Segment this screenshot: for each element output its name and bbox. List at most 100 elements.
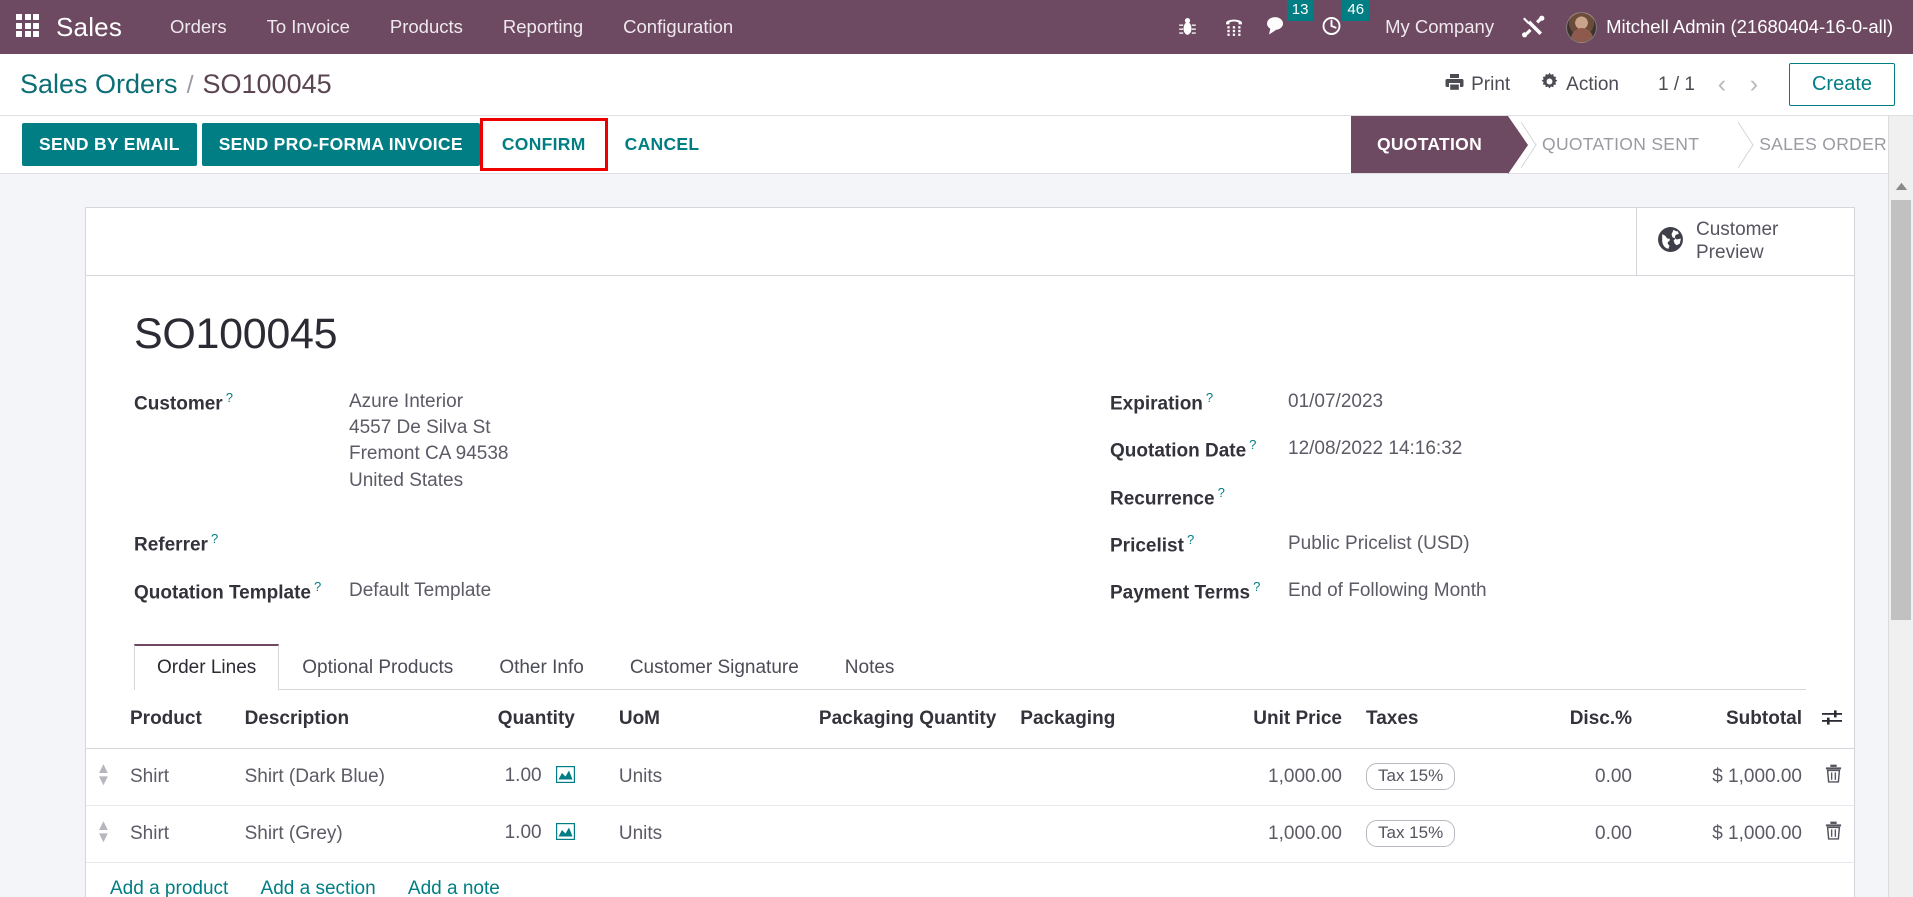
- th-product[interactable]: Product: [120, 689, 235, 749]
- help-icon[interactable]: ?: [211, 531, 218, 546]
- cell-taxes[interactable]: Tax 15%: [1352, 805, 1512, 863]
- row-drag-handle[interactable]: ▲ ▼: [86, 748, 120, 806]
- row-drag-handle[interactable]: ▲ ▼: [86, 805, 120, 863]
- forecast-chart-icon[interactable]: [555, 765, 576, 788]
- menu-item-orders[interactable]: Orders: [150, 9, 247, 45]
- cell-uom[interactable]: Units: [584, 805, 760, 863]
- quotation-date-value[interactable]: 12/08/2022 14:16:32: [1288, 436, 1462, 462]
- cell-taxes[interactable]: Tax 15%: [1352, 748, 1512, 806]
- row-delete-button[interactable]: [1812, 805, 1854, 863]
- help-icon[interactable]: ?: [226, 390, 233, 405]
- app-brand-sales[interactable]: Sales: [56, 12, 122, 43]
- th-unit-price[interactable]: Unit Price: [1216, 689, 1352, 749]
- bug-icon[interactable]: [1165, 7, 1211, 47]
- tax-badge[interactable]: Tax 15%: [1366, 763, 1456, 791]
- menu-item-to-invoice[interactable]: To Invoice: [247, 9, 370, 45]
- send-by-email-button[interactable]: SEND BY EMAIL: [22, 123, 197, 166]
- drag-handle-icon[interactable]: ▲ ▼: [96, 818, 111, 845]
- cell-packaging[interactable]: [1006, 748, 1217, 806]
- cell-packaging-quantity[interactable]: [759, 748, 1007, 806]
- user-menu[interactable]: Mitchell Admin (21680404-16-0-all): [1556, 8, 1899, 47]
- th-uom[interactable]: UoM: [584, 689, 760, 749]
- tab-order-lines[interactable]: Order Lines: [134, 643, 280, 690]
- forecast-chart-icon[interactable]: [555, 822, 576, 845]
- help-icon[interactable]: ?: [1218, 485, 1225, 500]
- menu-item-reporting[interactable]: Reporting: [483, 9, 603, 45]
- scrollbar-thumb[interactable]: [1891, 200, 1911, 620]
- drag-handle-icon[interactable]: ▲ ▼: [96, 761, 111, 788]
- cell-packaging-quantity[interactable]: [759, 805, 1007, 863]
- th-quantity[interactable]: Quantity: [434, 689, 585, 749]
- tab-notes[interactable]: Notes: [822, 644, 918, 690]
- payment-terms-value[interactable]: End of Following Month: [1288, 578, 1487, 604]
- pager-count[interactable]: 1 / 1: [1648, 74, 1705, 96]
- cell-description[interactable]: Shirt (Dark Blue): [234, 748, 435, 806]
- cancel-button[interactable]: CANCEL: [608, 123, 717, 166]
- activities-count-badge[interactable]: 46: [1342, 0, 1370, 21]
- cell-product[interactable]: Shirt: [120, 805, 235, 863]
- help-icon[interactable]: ?: [1187, 532, 1194, 547]
- confirm-button[interactable]: CONFIRM: [479, 118, 608, 171]
- cell-discount[interactable]: 0.00: [1512, 748, 1642, 806]
- cell-description[interactable]: Shirt (Grey): [234, 805, 435, 863]
- menu-item-configuration[interactable]: Configuration: [603, 9, 753, 45]
- stage-quotation[interactable]: QUOTATION: [1350, 116, 1529, 174]
- expiration-value[interactable]: 01/07/2023: [1288, 389, 1383, 415]
- trash-icon[interactable]: [1825, 764, 1842, 788]
- stage-sales-order[interactable]: SALES ORDER: [1725, 116, 1913, 173]
- tab-customer-signature[interactable]: Customer Signature: [607, 644, 822, 690]
- add-a-product-link[interactable]: Add a product: [110, 878, 228, 897]
- send-proforma-invoice-button[interactable]: SEND PRO-FORMA INVOICE: [201, 123, 480, 166]
- cell-packaging[interactable]: [1006, 805, 1217, 863]
- phone-keypad-icon[interactable]: [1211, 7, 1257, 47]
- trash-icon[interactable]: [1825, 821, 1842, 845]
- help-icon[interactable]: ?: [1253, 579, 1260, 594]
- customer-preview-button[interactable]: Customer Preview: [1636, 208, 1854, 275]
- help-icon[interactable]: ?: [314, 579, 321, 594]
- th-description[interactable]: Description: [234, 689, 435, 749]
- add-a-note-link[interactable]: Add a note: [408, 878, 500, 897]
- create-button[interactable]: Create: [1788, 63, 1895, 106]
- help-icon[interactable]: ?: [1249, 437, 1256, 452]
- cell-unit-price[interactable]: 1,000.00: [1216, 805, 1352, 863]
- tax-badge[interactable]: Tax 15%: [1366, 820, 1456, 848]
- tools-icon[interactable]: [1510, 7, 1556, 47]
- cell-unit-price[interactable]: 1,000.00: [1216, 748, 1352, 806]
- quotation-template-value[interactable]: Default Template: [349, 578, 491, 604]
- breadcrumb-sales-orders[interactable]: Sales Orders: [20, 69, 178, 100]
- cell-discount[interactable]: 0.00: [1512, 805, 1642, 863]
- chevron-left-icon[interactable]: ‹: [1707, 70, 1737, 100]
- add-a-section-link[interactable]: Add a section: [261, 878, 376, 897]
- messages-count-badge[interactable]: 13: [1286, 0, 1314, 21]
- apps-grid-icon[interactable]: [16, 14, 42, 40]
- customer-value[interactable]: Azure Interior 4557 De Silva St Fremont …: [349, 389, 508, 494]
- th-taxes[interactable]: Taxes: [1352, 689, 1512, 749]
- cell-quantity[interactable]: 1.00: [434, 805, 585, 863]
- help-icon[interactable]: ?: [1206, 390, 1213, 405]
- th-packaging-quantity[interactable]: Packaging Quantity: [759, 689, 1007, 749]
- print-button[interactable]: Print: [1430, 66, 1525, 104]
- action-button[interactable]: Action: [1525, 65, 1634, 104]
- vertical-scrollbar[interactable]: [1888, 174, 1913, 897]
- activities-counter[interactable]: 46: [1313, 0, 1370, 42]
- scroll-up-arrow-icon[interactable]: [1889, 174, 1913, 198]
- th-discount[interactable]: Disc.%: [1512, 689, 1642, 749]
- cell-uom[interactable]: Units: [584, 748, 760, 806]
- cell-quantity[interactable]: 1.00: [434, 748, 585, 806]
- menu-item-products[interactable]: Products: [370, 9, 483, 45]
- pricelist-value[interactable]: Public Pricelist (USD): [1288, 531, 1470, 557]
- top-navbar: Sales Orders To Invoice Products Reporti…: [0, 0, 1913, 54]
- company-switcher[interactable]: My Company: [1369, 9, 1510, 45]
- table-row[interactable]: ▲ ▼ Shirt Shirt (Grey) 1.00 Units 1,000.…: [86, 805, 1854, 863]
- th-packaging[interactable]: Packaging: [1006, 689, 1217, 749]
- stage-quotation-sent[interactable]: QUOTATION SENT: [1508, 116, 1726, 173]
- tab-optional-products[interactable]: Optional Products: [279, 644, 476, 690]
- messages-counter[interactable]: 13: [1257, 0, 1314, 42]
- chevron-right-icon[interactable]: ›: [1739, 70, 1769, 100]
- tab-other-info[interactable]: Other Info: [476, 644, 607, 690]
- row-delete-button[interactable]: [1812, 748, 1854, 806]
- column-options-icon[interactable]: [1822, 710, 1842, 731]
- th-subtotal[interactable]: Subtotal: [1642, 689, 1812, 749]
- cell-product[interactable]: Shirt: [120, 748, 235, 806]
- table-row[interactable]: ▲ ▼ Shirt Shirt (Dark Blue) 1.00 Units 1…: [86, 748, 1854, 806]
